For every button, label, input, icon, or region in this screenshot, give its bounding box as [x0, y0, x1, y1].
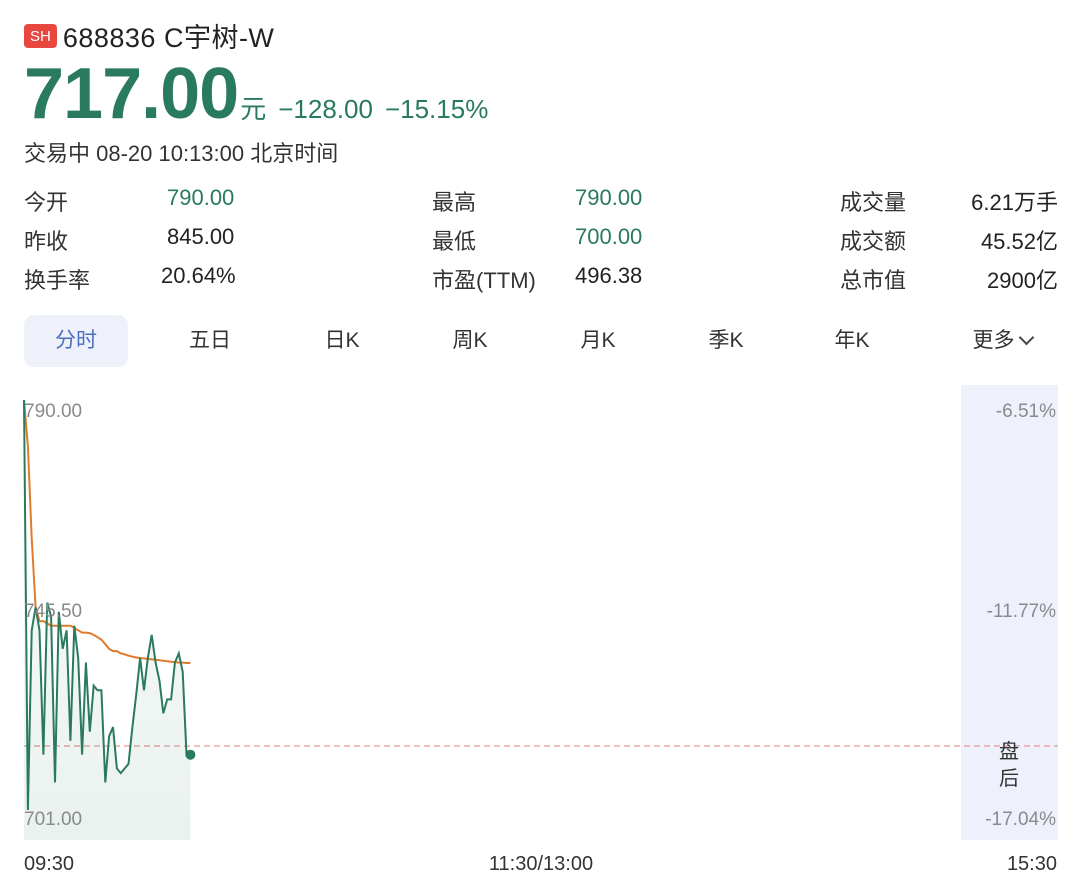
- tab-daily-k[interactable]: 日K: [292, 315, 392, 367]
- chevron-down-icon: [1018, 329, 1034, 346]
- tab-quarterly-k[interactable]: 季K: [676, 315, 776, 367]
- price-unit: 元: [240, 95, 267, 125]
- price-row: 717.00 元 −128.00 −15.15%: [24, 58, 500, 130]
- high-label: 最高: [432, 190, 477, 215]
- intraday-chart[interactable]: 790.00 745.50 701.00 -6.51% -11.77% -17.…: [0, 380, 1080, 886]
- y-label-high: 790.00: [24, 401, 82, 422]
- tab-more[interactable]: 更多: [946, 315, 1058, 367]
- trading-status: 交易中 08-20 10:13:00 北京时间: [24, 141, 339, 166]
- y-label-mid: 745.50: [24, 601, 82, 622]
- average-price-line: [23, 399, 191, 664]
- y-pct-low: -17.04%: [985, 809, 1056, 830]
- amount-value: 45.52亿: [980, 229, 1058, 254]
- y-pct-mid: -11.77%: [987, 601, 1056, 622]
- tab-monthly-k[interactable]: 月K: [548, 315, 648, 367]
- time-label-close: 15:30: [1007, 853, 1057, 875]
- low-value: 700.00: [575, 224, 643, 249]
- prev-close-label: 昨收: [24, 229, 69, 254]
- title-row: SH 688836 C宇树-W: [24, 16, 274, 55]
- after-hours-label-2: 后: [999, 767, 1019, 790]
- tab-intraday[interactable]: 分时: [24, 315, 128, 367]
- volume-value: 6.21万手: [971, 190, 1058, 215]
- stock-header: SH 688836 C宇树-W: [24, 16, 274, 55]
- amount-label: 成交额: [840, 229, 907, 254]
- chart-period-tabs: 分时 五日 日K 周K 月K 季K 年K 更多: [24, 315, 1058, 367]
- price-change: −128.00: [278, 94, 373, 124]
- market-cap-label: 总市值: [840, 268, 907, 293]
- time-label-open: 09:30: [24, 853, 74, 875]
- time-label-midday: 11:30/13:00: [489, 853, 593, 875]
- current-price: 717.00: [24, 54, 239, 134]
- turnover-rate-value: 20.64%: [161, 263, 236, 288]
- prev-close-value: 845.00: [167, 224, 235, 249]
- pe-label: 市盈(TTM): [432, 268, 536, 293]
- open-value: 790.00: [167, 185, 235, 210]
- y-label-low: 701.00: [24, 809, 82, 830]
- pe-value: 496.38: [575, 263, 643, 288]
- volume-label: 成交量: [840, 190, 907, 215]
- tab-weekly-k[interactable]: 周K: [420, 315, 520, 367]
- tab-more-label: 更多: [972, 329, 1015, 352]
- low-label: 最低: [432, 229, 477, 254]
- tab-yearly-k[interactable]: 年K: [802, 315, 902, 367]
- last-price-dot: [185, 749, 196, 760]
- y-pct-high: -6.51%: [996, 401, 1056, 422]
- open-label: 今开: [24, 190, 69, 215]
- after-hours-label-1: 盘: [999, 740, 1019, 763]
- stock-name: 688836 C宇树-W: [62, 23, 275, 53]
- market-badge: SH: [24, 23, 57, 48]
- market-cap-value: 2900亿: [987, 268, 1058, 293]
- price-change-percent: −15.15%: [384, 94, 489, 124]
- turnover-rate-label: 换手率: [24, 268, 91, 293]
- high-value: 790.00: [575, 185, 643, 210]
- tab-five-day[interactable]: 五日: [160, 315, 260, 367]
